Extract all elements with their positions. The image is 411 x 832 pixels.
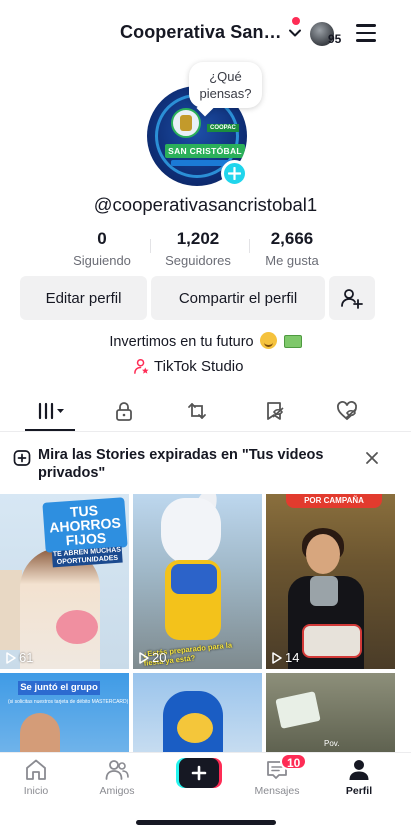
tab-private[interactable] [109, 396, 139, 426]
stat-label: Siguiendo [73, 253, 131, 268]
stat-value: 1,202 [176, 229, 220, 248]
video-thumbnail[interactable]: Pov. [266, 673, 395, 752]
top-bar: Cooperativa San… 95 [0, 0, 411, 66]
video-thumbnail[interactable] [133, 673, 262, 752]
profile-tabs [0, 392, 411, 432]
nav-label: Perfil [345, 785, 373, 797]
tab-liked[interactable] [332, 396, 362, 426]
view-count-text: 20 [152, 650, 167, 665]
thumbnail-banner: POR CAMPAÑA [286, 494, 382, 508]
thumbnail-label: Se juntó el grupo [18, 681, 100, 695]
stat-following[interactable]: 0 Siguiendo [66, 229, 138, 268]
thought-bubble[interactable]: ¿Qué piensas? [189, 62, 262, 108]
video-thumbnail[interactable]: ¿Estás preparado para la fiesta ya está?… [133, 494, 262, 669]
bio: Invertimos en tu futuro [0, 332, 411, 350]
nav-friends[interactable]: Amigos [87, 757, 147, 797]
tab-videos[interactable] [34, 396, 70, 426]
streak-count: 95 [328, 32, 342, 46]
nav-profile[interactable]: Perfil [329, 757, 389, 797]
account-name: Cooperativa San… [120, 22, 282, 42]
thumbnail-tag: Pov. [324, 739, 340, 748]
stat-label: Me gusta [265, 253, 319, 268]
play-icon [139, 651, 149, 664]
active-tab-indicator [25, 429, 75, 431]
money-emoji-icon [283, 335, 302, 348]
bookmark-eye-icon [267, 402, 284, 420]
plus-icon [191, 765, 207, 781]
stat-value: 2,666 [270, 229, 314, 248]
lock-icon [116, 402, 132, 421]
mascot [161, 498, 221, 564]
add-user-icon [341, 289, 363, 309]
smile-emoji-icon [259, 332, 277, 349]
video-thumbnail[interactable]: Se juntó el grupo (si solicitas nuestros… [0, 673, 129, 752]
notification-dot [292, 17, 300, 25]
profile-icon [349, 760, 369, 780]
chevron-down-icon [288, 29, 301, 36]
studio-label: TikTok Studio [154, 358, 244, 375]
home-icon [26, 759, 46, 780]
home-indicator [136, 820, 276, 825]
tiktok-studio-link[interactable]: TikTok Studio [133, 358, 243, 375]
streak-badge[interactable]: 95 [310, 22, 346, 48]
thumbnail-sign: TUS AHORROS FIJOS TE ABREN MUCHAS OPORTU… [42, 497, 128, 568]
view-count: 14 [272, 650, 299, 665]
play-icon [6, 651, 16, 664]
logo-coopac: COOPAC [207, 124, 239, 132]
plus-icon [228, 167, 241, 180]
heart-eye-icon [337, 401, 357, 421]
bubble-line2: piensas? [199, 86, 252, 101]
nav-label: Amigos [99, 785, 135, 797]
view-count: 61 [6, 650, 33, 665]
inbox-badge: 10 [280, 753, 308, 770]
divider [249, 239, 250, 253]
view-count-text: 14 [285, 650, 300, 665]
sign-subtitle: TE ABREN MUCHAS OPORTUNIDADES [51, 546, 123, 568]
story-add-icon [13, 450, 31, 466]
stat-likes[interactable]: 2,666 Me gusta [260, 229, 324, 268]
video-thumbnail[interactable]: TUS AHORROS FIJOS TE ABREN MUCHAS OPORTU… [0, 494, 129, 669]
logo-band: SAN CRISTÓBAL [165, 144, 245, 158]
add-friends-button[interactable] [329, 276, 375, 320]
nav-label: Inicio [23, 785, 49, 797]
thumbnail-sub: (si solicitas nuestros tarjeta de débito… [8, 699, 129, 705]
view-count-text: 61 [19, 650, 34, 665]
account-switcher[interactable]: Cooperativa San… [120, 22, 302, 43]
logo-crest [171, 108, 201, 138]
bubble-line1: ¿Qué [209, 69, 242, 84]
username: @cooperativasancristobal1 [93, 194, 318, 215]
divider [150, 239, 151, 253]
create-button[interactable] [176, 758, 222, 788]
share-profile-button[interactable]: Compartir el perfil [151, 276, 325, 320]
piggy-bank-icon [56, 610, 98, 644]
video-thumbnail[interactable]: POR CAMPAÑA 14 [266, 494, 395, 669]
video-grid: TUS AHORROS FIJOS TE ABREN MUCHAS OPORTU… [0, 494, 411, 752]
expired-stories-banner[interactable]: Mira las Stories expiradas en "Tus video… [0, 433, 411, 491]
bio-text: Invertimos en tu futuro [109, 334, 254, 350]
stat-value: 0 [97, 229, 107, 248]
person-star-icon [134, 358, 149, 374]
banner-text: Mira las Stories expiradas en "Tus video… [38, 447, 324, 481]
nav-home[interactable]: Inicio [6, 757, 66, 797]
repost-icon [188, 403, 206, 419]
profile-stats: 0 Siguiendo 1,202 Seguidores 2,666 Me gu… [0, 229, 411, 273]
tab-favorites[interactable] [259, 396, 289, 426]
add-story-button[interactable] [221, 160, 248, 187]
friends-icon [105, 760, 129, 780]
grid-icon [38, 402, 64, 420]
tab-reposts[interactable] [182, 396, 212, 426]
stat-label: Seguidores [165, 253, 231, 268]
play-icon [272, 651, 282, 664]
nav-label: Mensajes [254, 785, 300, 797]
view-count: 20 [139, 650, 166, 665]
close-icon[interactable] [365, 451, 379, 465]
stat-followers[interactable]: 1,202 Seguidores [160, 229, 236, 268]
sign-title: TUS AHORROS FIJOS [48, 502, 122, 549]
edit-profile-button[interactable]: Editar perfil [20, 276, 147, 320]
menu-icon[interactable] [356, 24, 378, 42]
